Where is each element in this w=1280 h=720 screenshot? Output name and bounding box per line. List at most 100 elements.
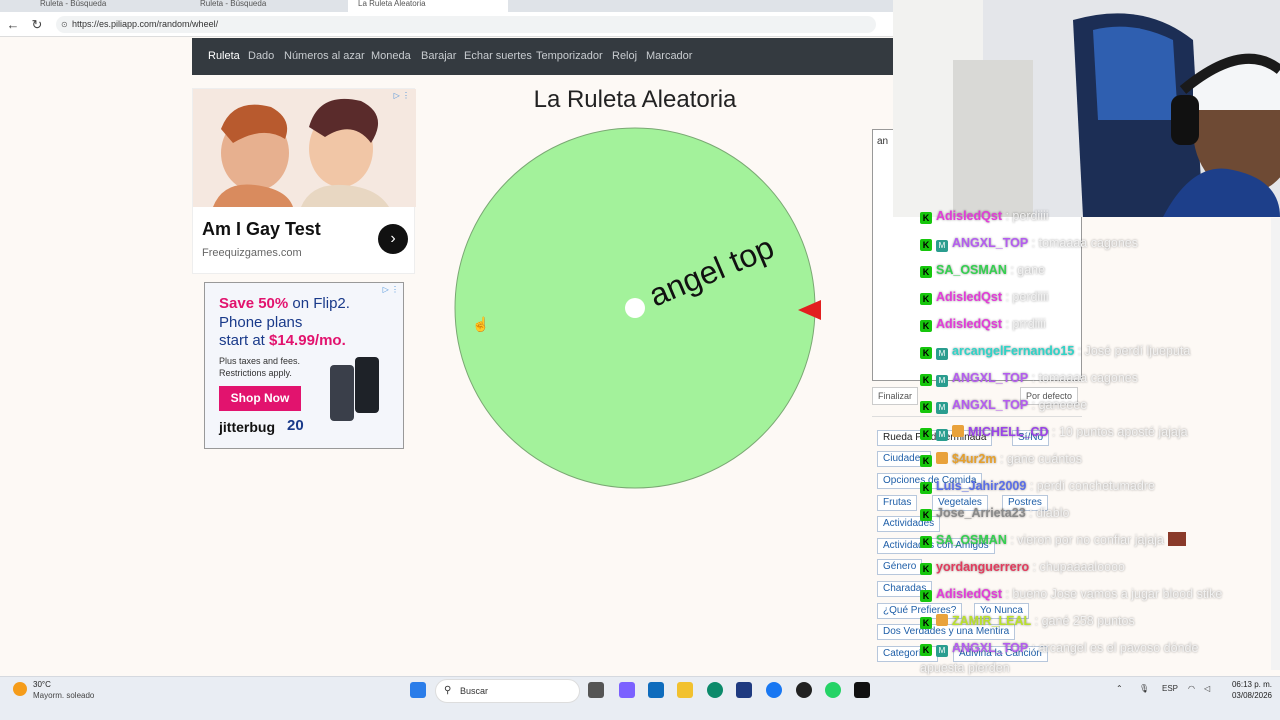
phone-image <box>355 357 379 413</box>
outlook-icon[interactable] <box>648 682 664 698</box>
chat-message: K M ANGXL_TOP : tomaaaa cagones <box>920 370 1138 387</box>
ad-save-rest: on Flip2. <box>288 295 350 312</box>
nav-temporizador[interactable]: Temporizador <box>536 38 603 75</box>
back-icon[interactable]: ← <box>5 17 21 33</box>
ad-line: start at $14.99/mo. <box>219 332 346 349</box>
chat-user: $4ur2m <box>952 452 997 466</box>
adchoices-icon[interactable]: ▷ ⋮ <box>383 285 399 294</box>
language-indicator[interactable]: ESP <box>1162 684 1178 693</box>
chat-text: : gane <box>1006 263 1046 277</box>
task-view-icon[interactable] <box>588 682 604 698</box>
kick-icon: K <box>920 212 932 224</box>
ad-line: Phone plans <box>219 314 303 331</box>
nav-reloj[interactable]: Reloj <box>612 38 637 75</box>
kick-icon: K <box>920 644 932 656</box>
whatsapp-icon[interactable] <box>825 682 841 698</box>
adchoices-icon[interactable]: ▷ ⋮ <box>394 91 410 100</box>
finish-button[interactable]: Finalizar <box>872 387 919 405</box>
site-info-icon[interactable]: ⊙ <box>61 16 68 33</box>
weather-icon[interactable] <box>13 682 27 696</box>
kick-icon: K <box>920 374 932 386</box>
nav-moneda[interactable]: Moneda <box>371 38 411 75</box>
chat-text: : perdiiii <box>1002 209 1049 223</box>
chat-message: K $4ur2m : gane cuántos <box>920 451 1082 467</box>
chat-message: K M ANGXL_TOP : arcangel es el pavoso dónd… <box>920 640 1199 657</box>
chat-text: : arcangel es el pavoso dónde <box>1028 641 1199 655</box>
wheel-hub <box>625 298 645 318</box>
chat-message: Kyordanguerrero : chupaaaaloooo <box>920 559 1125 575</box>
wifi-icon[interactable]: ◠ <box>1188 684 1195 693</box>
chevron-up-icon[interactable]: ⌃ <box>1116 684 1123 693</box>
ad-years: 20 <box>287 417 304 434</box>
reload-icon[interactable]: ↻ <box>29 17 45 33</box>
divider <box>872 416 1082 417</box>
ad-quiz[interactable]: ▷ ⋮ Am I Gay Test Freequizgames.com › <box>192 88 416 274</box>
chat-message: K AdisledQst : perdiiii <box>920 289 1049 305</box>
edge-icon[interactable] <box>707 682 723 698</box>
nav-ruleta[interactable]: Ruleta <box>208 38 240 75</box>
kick-icon: K <box>920 563 932 575</box>
kick-icon: K <box>920 428 932 440</box>
volume-icon[interactable]: ◁ <box>1204 684 1210 693</box>
copilot-icon[interactable] <box>619 682 635 698</box>
ad-illustration <box>193 89 416 207</box>
scrollbar[interactable] <box>1271 218 1280 670</box>
gift-icon <box>952 425 964 437</box>
url-field[interactable]: ⊙ https://es.piliapp.com/random/wheel/ <box>56 16 876 33</box>
ad-fineprint: Plus taxes and fees. Restrictions apply. <box>219 356 301 378</box>
preset-button[interactable]: Frutas <box>877 495 918 511</box>
chat-text: : chupaaaaloooo <box>1029 560 1126 574</box>
chat-message-continuation: apuesta pierden <box>920 661 1010 675</box>
chat-message: K M ANGXL_TOP : ganeeee <box>920 397 1087 414</box>
windows-start-icon[interactable] <box>410 682 426 698</box>
chat-message: K Jose_Arrieta23 : diablo <box>920 505 1069 521</box>
ad-brand: jitterbug <box>219 419 275 435</box>
file-explorer-icon[interactable] <box>677 682 693 698</box>
weather-temp[interactable]: 30°C <box>33 680 51 689</box>
chat-message: K M ANGXL_TOP : tomaaaa cagones <box>920 235 1138 252</box>
ad-price-pre: start at <box>219 332 270 349</box>
nav-dado[interactable]: Dado <box>248 38 274 75</box>
chevron-right-icon[interactable]: › <box>378 224 408 254</box>
chat-user: ZAMIR_LEAL <box>952 614 1032 628</box>
nav-barajar[interactable]: Barajar <box>421 38 456 75</box>
chat-text: : 10 puntos aposté jajaja <box>1048 425 1188 439</box>
nav-marcador[interactable]: Marcador <box>646 38 692 75</box>
tab-label: Ruleta - Búsqueda <box>40 0 107 8</box>
chat-user: arcangelFernando15 <box>952 344 1075 358</box>
chat-message: K M MICHELL_CD : 10 puntos aposté jajaja <box>920 424 1188 441</box>
address-bar-row: ← ↻ ⊙ https://es.piliapp.com/random/whee… <box>0 12 893 37</box>
kick-icon: K <box>920 401 932 413</box>
chat-text: : perdí conchetumadre <box>1026 479 1155 493</box>
chat-text: : vieron por no confiar jajaja <box>1006 533 1164 547</box>
chat-message: K MarcangelFernando15 : José perdí ljuepu… <box>920 343 1190 360</box>
search-icon: ⚲ <box>444 685 452 696</box>
clock-time[interactable]: 06:13 p. m. <box>1224 680 1272 689</box>
chat-text: : bueno Jose vamos a jugar blood stike <box>1002 587 1223 601</box>
moderator-icon: M <box>936 375 948 387</box>
nav-echar-suertes[interactable]: Echar suertes <box>464 38 532 75</box>
chat-user: AdisledQst <box>936 209 1002 223</box>
chat-text: : gané 258 puntos <box>1031 614 1135 628</box>
entries-text: an <box>877 136 889 147</box>
spin-wheel[interactable]: angel top <box>450 124 825 494</box>
nav-numeros[interactable]: Números al azar <box>284 38 365 75</box>
browser-tab-active[interactable]: La Ruleta Aleatoria <box>348 0 508 12</box>
weather-desc[interactable]: Mayorm. soleado <box>33 691 94 700</box>
taskbar-search[interactable]: ⚲ Buscar <box>435 679 580 703</box>
chrome-icon[interactable] <box>796 682 812 698</box>
preset-button[interactable]: Género <box>877 559 923 575</box>
ad-jitterbug[interactable]: ▷ ⋮ Save 50% on Flip2. Phone plans start… <box>204 282 404 449</box>
chat-user: AdisledQst <box>936 290 1002 304</box>
browser-tab[interactable]: Ruleta - Búsqueda <box>190 0 345 12</box>
store-icon[interactable] <box>736 682 752 698</box>
clock-date[interactable]: 03/08/2026 <box>1224 691 1272 700</box>
facebook-icon[interactable] <box>766 682 782 698</box>
microphone-icon[interactable]: 🎙 <box>1139 684 1149 693</box>
webcam-feed <box>893 0 1280 217</box>
chat-message: K AdisledQst : bueno Jose vamos a jugar b… <box>920 586 1222 602</box>
taskbar: 30°C Mayorm. soleado ⚲ Buscar ⌃ 🎙 ESP ◠ … <box>0 676 1280 720</box>
chat-user: Jose_Arrieta23 <box>936 506 1026 520</box>
tiktok-icon[interactable] <box>854 682 870 698</box>
shop-now-button[interactable]: Shop Now <box>219 386 301 411</box>
